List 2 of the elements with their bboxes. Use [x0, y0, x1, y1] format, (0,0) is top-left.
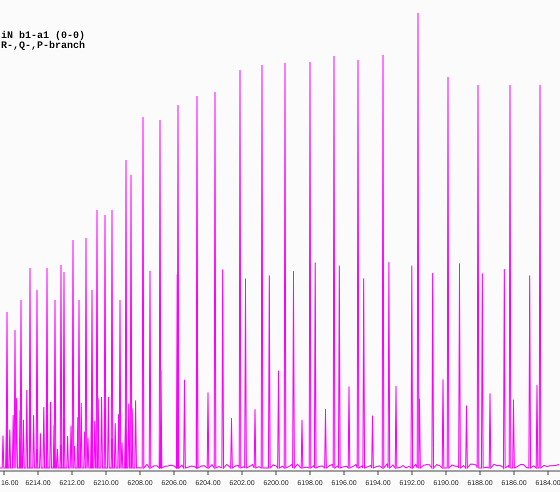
- plot-title: R-,Q-,P-branch: [1, 41, 86, 52]
- plot-title: iN b1-a1 (0-0): [1, 31, 86, 42]
